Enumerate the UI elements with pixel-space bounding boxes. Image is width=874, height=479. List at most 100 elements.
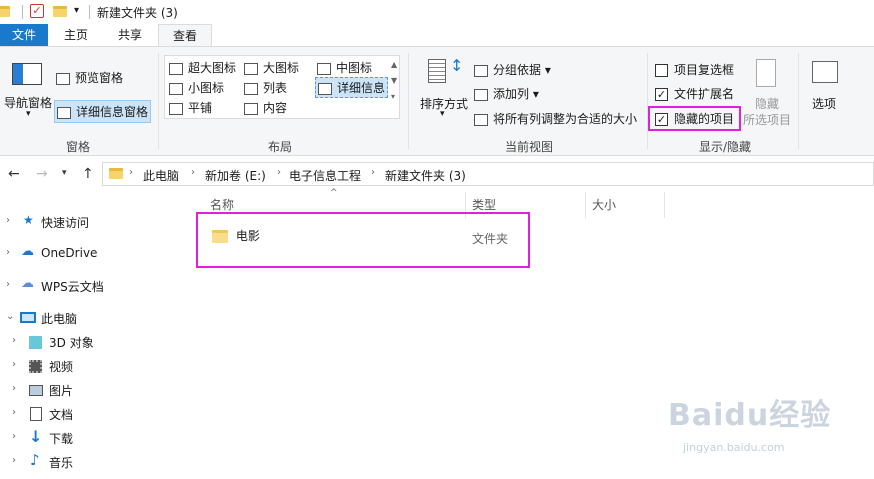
tab-file[interactable]: 文件 [0,24,48,47]
nav-item-label: 此电脑 [41,312,78,326]
column-header-type[interactable]: 类型 [472,196,496,213]
folder-icon [212,230,228,243]
layout-medium-icons[interactable]: 中图标 [317,59,372,76]
chevron-right-icon[interactable]: › [6,279,10,290]
recent-locations-icon[interactable]: ▾ [62,168,67,178]
options-button[interactable]: 选项 [812,95,836,112]
ribbon-tabs: 文件 主页 共享 查看 [0,24,874,47]
group-separator [647,53,648,149]
nav-item-pictures[interactable]: › 图片 [0,379,192,401]
chevron-right-icon[interactable]: › [371,167,375,178]
nav-item-this-pc[interactable]: ⌄ 此电脑 [0,307,192,329]
chevron-right-icon[interactable]: › [6,247,10,258]
nav-item-videos[interactable]: › 视频 [0,355,192,377]
group-label-current-view: 当前视图 [504,140,553,154]
details-pane-button[interactable]: 详细信息窗格 [54,100,152,123]
column-divider[interactable] [664,192,665,218]
nav-item-label: WPS云文档 [41,280,104,294]
chevron-right-icon[interactable]: › [12,383,16,394]
divider [22,5,23,19]
chevron-right-icon[interactable]: › [12,431,16,442]
layout-small-icons[interactable]: 小图标 [169,79,224,96]
group-label-layout: 布局 [267,140,292,154]
qa-dropdown-icon[interactable]: ▾ [74,5,79,16]
layout-large-icons[interactable]: 大图标 [244,59,299,76]
table-row[interactable]: 电影 文件夹 [212,227,672,247]
options-icon[interactable] [812,61,838,83]
back-icon[interactable]: ← [8,166,20,182]
chevron-right-icon[interactable]: › [129,167,133,178]
nav-item-documents[interactable]: › 文档 [0,403,192,425]
column-header-name[interactable]: 名称 [210,196,234,213]
column-divider[interactable] [585,192,586,218]
forward-icon[interactable]: → [36,166,48,182]
layout-details[interactable]: 详细信息 [315,77,389,98]
preview-pane-button[interactable]: 预览窗格 [56,69,123,86]
layout-tiles[interactable]: 平铺 [169,99,212,116]
nav-item-label: 音乐 [49,456,74,470]
crumb-drive[interactable]: 新加卷 (E:) [205,167,266,184]
layout-content[interactable]: 内容 [244,99,287,116]
folder-icon [0,6,10,17]
nav-item-onedrive[interactable]: › ☁ OneDrive [0,243,192,265]
add-column-button[interactable]: 添加列 ▾ [474,85,539,102]
chevron-right-icon[interactable]: › [12,407,16,418]
nav-item-quick-access[interactable]: › ★ 快速访问 [0,211,192,233]
sort-icon[interactable]: ↕ [428,58,463,87]
chevron-right-icon[interactable]: › [191,167,195,178]
checkbox-item-checkboxes[interactable] [655,64,668,77]
nav-item-music[interactable]: › ♪ 音乐 [0,451,192,473]
star-icon: ★ [23,213,34,227]
nav-item-3d[interactable]: › 3D 对象 [0,331,192,353]
address-input[interactable]: › 此电脑 › 新加卷 (E:) › 电子信息工程 › 新建文件夹 (3) [102,162,874,186]
tab-share[interactable]: 共享 [106,24,154,47]
fit-columns-icon [474,113,488,126]
group-separator [408,53,409,149]
group-by-button[interactable]: 分组依据 ▾ [474,61,551,78]
layout-extra-large-icons[interactable]: 超大图标 [169,59,236,76]
tab-home[interactable]: 主页 [52,24,100,47]
nav-item-wps[interactable]: › ☁ WPS云文档 [0,275,192,297]
file-extensions-toggle[interactable]: ✓ 文件扩展名 [655,85,734,102]
window-title: 新建文件夹 (3) [97,6,178,20]
chevron-right-icon[interactable]: › [277,167,281,178]
nav-item-label: 视频 [49,360,74,374]
item-checkboxes-toggle[interactable]: 项目复选框 [655,61,734,78]
chevron-right-icon[interactable]: › [12,335,16,346]
chevron-right-icon[interactable]: › [12,455,16,466]
up-icon[interactable]: ↑ [82,166,94,182]
chevron-down-icon[interactable]: ▾ [440,109,445,119]
tab-view[interactable]: 查看 [158,24,212,47]
gallery-scroll[interactable]: ▲ ▼ ▾ [391,57,397,105]
checkbox-file-extensions[interactable]: ✓ [655,88,668,101]
crumb-folder[interactable]: 电子信息工程 [289,167,361,184]
group-separator [158,53,159,149]
preview-pane-icon [56,72,70,85]
cloud-icon: ☁ [21,244,34,259]
group-label-show-hide: 显示/隐藏 [698,140,752,154]
chevron-down-icon[interactable]: ▾ [26,109,31,119]
hidden-items-toggle[interactable]: ✓ 隐藏的项目 [648,106,742,131]
chevron-right-icon[interactable]: › [12,359,16,370]
chevron-down-icon[interactable]: ⌄ [6,311,14,322]
nav-item-label: 快速访问 [41,216,90,230]
layout-list[interactable]: 列表 [244,79,287,96]
layout-gallery: 超大图标 大图标 中图标 小图标 列表 详细信息 平铺 内容 [164,55,400,119]
crumb-current[interactable]: 新建文件夹 (3) [385,167,466,184]
nav-item-downloads[interactable]: › ↓ 下载 [0,427,192,449]
column-header-size[interactable]: 大小 [592,196,616,213]
checkbox-hidden-items[interactable]: ✓ [655,113,668,126]
chevron-right-icon[interactable]: › [6,215,10,226]
computer-icon [20,312,36,323]
properties-icon[interactable]: ✓ [30,4,44,18]
details-pane-icon [57,106,71,119]
navigation-pane-icon[interactable] [12,63,42,85]
group-separator [798,53,799,149]
title-bar: ✓ ▾ 新建文件夹 (3) [0,0,874,24]
watermark-logo: Baidu经验 [668,398,832,433]
fit-columns-button[interactable]: 将所有列调整为合适的大小 [474,110,637,127]
crumb-this-pc[interactable]: 此电脑 [143,167,179,184]
music-icon: ♪ [30,451,40,469]
folder-icon [109,168,123,179]
new-folder-icon[interactable] [53,6,67,17]
